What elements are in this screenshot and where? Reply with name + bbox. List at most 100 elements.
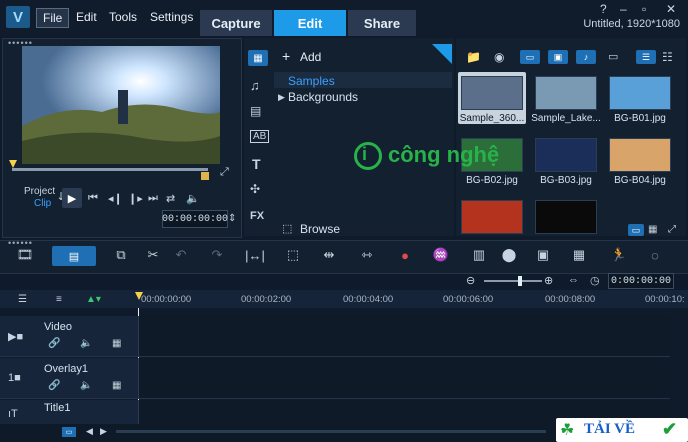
menu-file[interactable]: File: [36, 8, 70, 28]
storyboard-view-icon[interactable]: 🎞: [14, 244, 36, 266]
zoom-slider[interactable]: [484, 280, 542, 282]
import-folder-icon[interactable]: 📁: [466, 50, 481, 64]
browse-button[interactable]: Browse: [300, 222, 340, 236]
link-icon[interactable]: 🔗: [48, 338, 60, 349]
repeat-icon[interactable]: ⇄: [166, 192, 175, 205]
add-folder-button[interactable]: Add: [300, 50, 321, 64]
mask-icon[interactable]: 🏃: [608, 244, 630, 266]
end-icon[interactable]: ⏭: [148, 192, 158, 205]
face-index-icon[interactable]: ◌: [644, 244, 666, 266]
previous-frame-icon[interactable]: ◂❙: [108, 192, 123, 205]
menu-edit[interactable]: Edit: [70, 8, 103, 26]
badge-text: TẢI VỀ: [584, 421, 635, 437]
play-button[interactable]: ▶: [62, 188, 82, 208]
show-audio-button[interactable]: ♪: [576, 50, 596, 64]
preview-window[interactable]: [22, 46, 220, 164]
zoom-slider-handle[interactable]: [518, 276, 522, 286]
library-thumbnail[interactable]: Sample_360...: [458, 72, 526, 124]
timeline-view-button[interactable]: ▤: [52, 246, 96, 266]
minimize-button[interactable]: –: [620, 2, 627, 16]
tab-share[interactable]: Share: [348, 10, 416, 36]
split-icon[interactable]: ▥: [468, 244, 490, 266]
home-icon[interactable]: ⏮: [88, 192, 98, 205]
tree-item-backgrounds[interactable]: Backgrounds: [288, 90, 358, 104]
audio-mixer-icon[interactable]: ♒: [430, 244, 452, 266]
timecode-display[interactable]: 00:00:00:00: [162, 210, 228, 228]
menu-settings[interactable]: Settings: [144, 8, 199, 26]
fit-icon[interactable]: |↔|: [244, 244, 266, 266]
subtitle-icon[interactable]: ▣: [532, 244, 554, 266]
menu-tools[interactable]: Tools: [103, 8, 143, 26]
title-track-icon: ıT: [8, 408, 18, 420]
scrub-bar[interactable]: [12, 168, 208, 171]
resize-icon[interactable]: ⤢: [220, 166, 229, 179]
tree-item-samples[interactable]: Samples: [288, 74, 335, 88]
volume-icon[interactable]: 🔈: [186, 192, 200, 205]
close-button[interactable]: ✕: [666, 2, 676, 16]
project-info: Untitled, 1920*1080: [583, 18, 680, 30]
help-button[interactable]: ?: [600, 2, 607, 16]
zoom-out-icon[interactable]: ⊖: [466, 274, 475, 287]
show-photo-button[interactable]: ▣: [548, 50, 568, 64]
ruler-label: 00:00:04:00: [343, 294, 394, 305]
library-thumbnail[interactable]: BG-B01.jpg: [606, 72, 674, 124]
auto-music-icon[interactable]: ▦: [568, 244, 590, 266]
tools-icon[interactable]: ✂: [142, 244, 164, 266]
track-volume-icon[interactable]: 🔈: [80, 380, 92, 391]
mode-clip[interactable]: Clip: [34, 198, 51, 209]
thumbnail-view-icon[interactable]: ☷: [662, 50, 673, 64]
split-screen-icon[interactable]: ⬚: [282, 244, 304, 266]
timecode-stepper-icon[interactable]: ⇕: [228, 213, 236, 224]
track-manager-icon[interactable]: ⧉: [110, 244, 132, 266]
timeline-scrollbar[interactable]: [116, 430, 546, 433]
undo-icon[interactable]: ↶: [170, 244, 192, 266]
transition-icon[interactable]: AB: [250, 130, 270, 143]
graphics-icon[interactable]: ✣: [250, 182, 260, 196]
scroll-left-icon[interactable]: ◀: [86, 426, 93, 437]
fit-project-icon[interactable]: ⇔: [568, 274, 579, 286]
zoom-timecode[interactable]: 0:00:00:00: [608, 273, 674, 289]
list-view-button[interactable]: ☰: [636, 50, 656, 64]
panel-view-a-icon[interactable]: ▭: [628, 224, 644, 236]
link-icon[interactable]: 🔗: [48, 380, 60, 391]
track-list-icon[interactable]: ☰: [18, 294, 27, 305]
auto-scroll-icon[interactable]: ▭: [62, 427, 76, 437]
track-volume-icon[interactable]: 🔈: [80, 338, 92, 349]
maximize-button[interactable]: ▫: [642, 2, 646, 16]
zoom-in-icon[interactable]: ⊕: [544, 274, 553, 287]
ripple-track-icon[interactable]: ▦: [112, 338, 121, 349]
capture-icon[interactable]: ◉: [494, 50, 504, 64]
library-thumbnail[interactable]: BG-B03.jpg: [532, 134, 600, 186]
show-video-button[interactable]: ▭: [520, 50, 540, 64]
browse-icon[interactable]: ⬚: [282, 222, 292, 235]
title-icon[interactable]: T: [252, 156, 261, 172]
pin-corner-icon[interactable]: [432, 44, 452, 64]
tab-edit[interactable]: Edit: [274, 10, 346, 36]
redo-icon[interactable]: ↷: [206, 244, 228, 266]
library-thumbnail[interactable]: BG-B04.jpg: [606, 134, 674, 186]
chapter-menu-icon[interactable]: ≡: [56, 294, 62, 305]
library-thumbnail[interactable]: Sample_Lake...: [531, 72, 601, 124]
motion-icon[interactable]: ⬤: [498, 244, 520, 266]
add-marker-icon[interactable]: ▲▾: [86, 294, 101, 305]
sort-icon[interactable]: ▭: [608, 50, 618, 63]
panel-view-b-icon[interactable]: ▦: [648, 224, 657, 235]
ripple-icon[interactable]: ⇹: [318, 244, 340, 266]
multi-trim-icon[interactable]: ⇿: [356, 244, 378, 266]
start-marker-icon[interactable]: [9, 160, 17, 168]
expand-arrow-icon[interactable]: ▶: [278, 92, 285, 103]
filter-icon[interactable]: FX: [250, 210, 264, 222]
audio-icon[interactable]: ♫: [250, 78, 260, 93]
ripple-track-icon[interactable]: ▦: [112, 380, 121, 391]
scroll-right-icon[interactable]: ▶: [100, 426, 107, 437]
end-marker-icon[interactable]: [201, 172, 209, 180]
next-frame-icon[interactable]: ❙▸: [128, 192, 143, 205]
panel-view-c-icon[interactable]: ⤢: [668, 224, 676, 235]
instant-project-icon[interactable]: ▤: [250, 104, 261, 118]
tab-capture[interactable]: Capture: [200, 10, 272, 36]
media-icon[interactable]: ▦: [248, 50, 268, 66]
add-icon[interactable]: +: [282, 48, 290, 64]
thumbnail-image: [461, 76, 523, 110]
record-icon[interactable]: ●: [394, 244, 416, 266]
mode-project[interactable]: Project: [24, 186, 55, 197]
